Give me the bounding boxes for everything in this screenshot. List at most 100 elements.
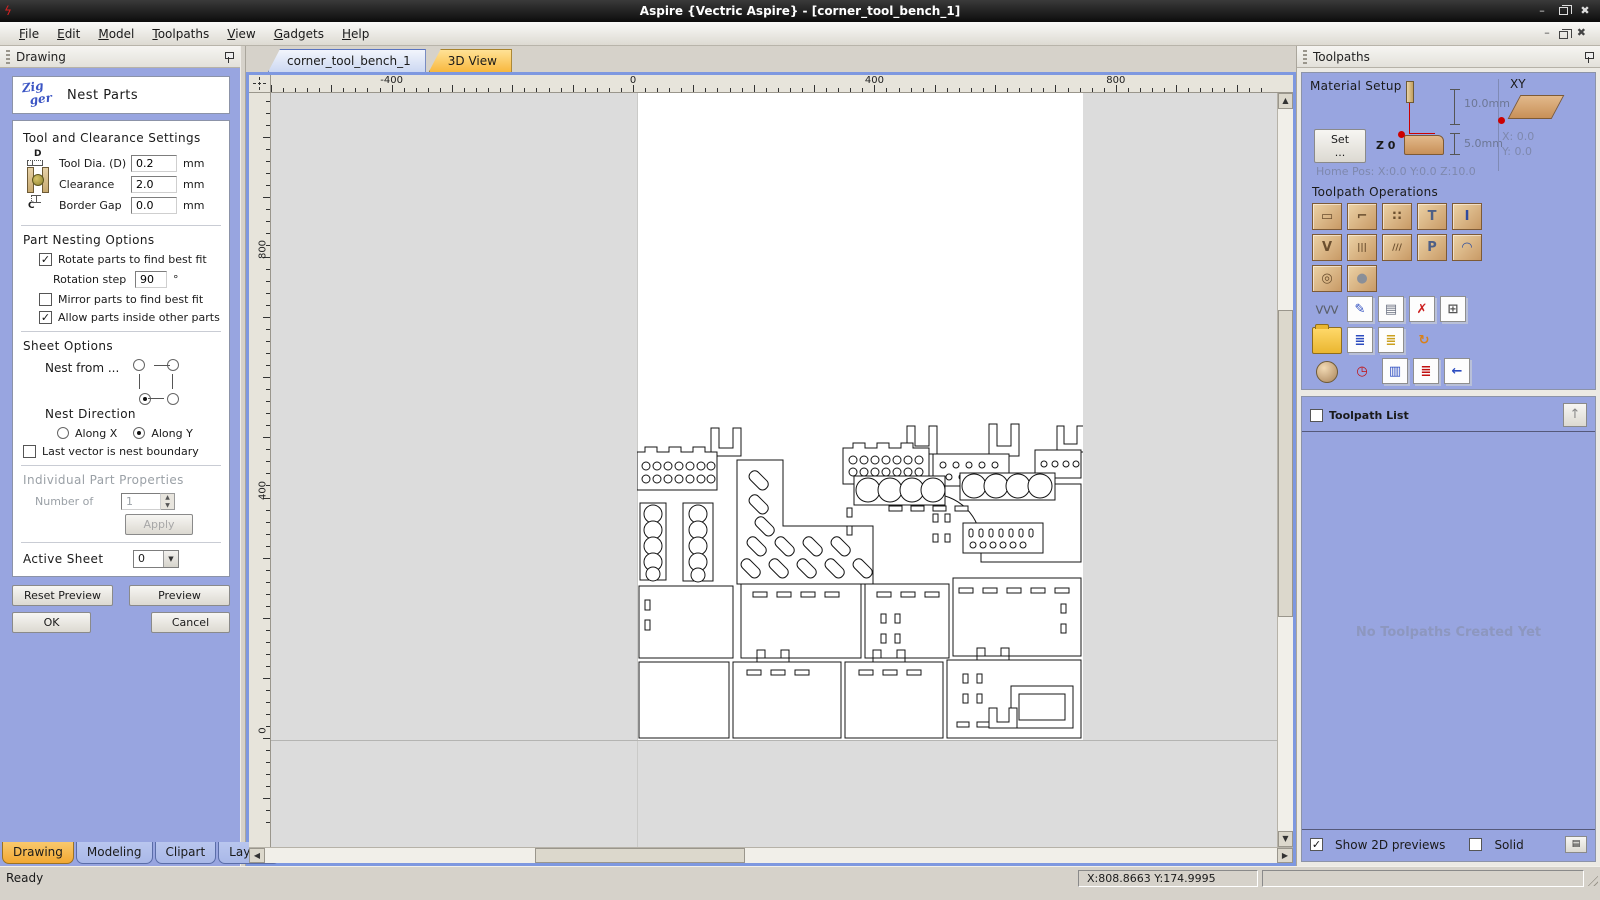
tab-modeling[interactable]: Modeling <box>75 842 153 864</box>
prism-carve-toolpath-icon[interactable]: P <box>1417 234 1447 261</box>
texture-toolpath-icon[interactable]: /// <box>1382 234 1412 261</box>
material-block-icon <box>1404 135 1444 155</box>
scroll-right-icon[interactable]: ▶ <box>1277 848 1293 863</box>
restore-icon[interactable] <box>1559 5 1572 15</box>
border-gap-label: Border Gap <box>59 199 122 212</box>
preview-button[interactable]: Preview <box>129 585 230 606</box>
load-toolpath-template-icon[interactable] <box>1312 324 1342 354</box>
ruler-corner <box>249 75 271 93</box>
border-gap-input[interactable] <box>131 197 177 214</box>
tool-database-icon[interactable]: ⋁⋁⋁ <box>1312 296 1342 323</box>
cancel-button[interactable]: Cancel <box>151 612 230 633</box>
nested-parts-drawing[interactable] <box>637 422 1083 740</box>
resize-grip[interactable] <box>1585 873 1598 886</box>
doc-tab-corner_tool_bench_1[interactable]: corner_tool_bench_1 <box>268 49 426 72</box>
switch-panel-side-icon[interactable]: ← <box>1444 358 1470 384</box>
quick-engrave-toolpath-icon[interactable]: T <box>1417 203 1447 230</box>
scroll-down-icon[interactable]: ▼ <box>1278 831 1293 847</box>
simulation-quality-icon[interactable]: ▥ <box>1382 358 1408 384</box>
inlay-toolpath-icon[interactable]: I <box>1452 203 1482 230</box>
number-of-stepper[interactable]: ▲ ▼ <box>161 493 175 510</box>
preview-options-icon[interactable]: ▤ <box>1565 836 1587 853</box>
along-y-radio[interactable] <box>133 427 146 439</box>
child-close-icon[interactable]: ✖ <box>1577 25 1586 41</box>
pin-icon[interactable] <box>224 51 234 63</box>
menu-help[interactable]: Help <box>333 24 378 44</box>
vertical-ruler: 0 400 800 <box>249 93 271 847</box>
nest-from-bottom-right-radio[interactable] <box>167 393 180 405</box>
fluting-toolpath-icon[interactable]: ||| <box>1347 234 1377 261</box>
datum-x-value: X: 0.0 <box>1502 130 1535 143</box>
menu-file[interactable]: File <box>10 24 48 44</box>
last-vector-checkbox[interactable] <box>23 445 36 458</box>
preview-toolpaths-icon[interactable] <box>1312 358 1342 385</box>
drilling-toolpath-icon[interactable]: ∷ <box>1382 203 1412 230</box>
recalculate-toolpaths-icon[interactable]: ↻ <box>1409 327 1439 354</box>
finish-machining-toolpath-icon[interactable]: ● <box>1347 265 1377 292</box>
pocket-toolpath-icon[interactable]: ⌐ <box>1347 203 1377 230</box>
number-of-input[interactable] <box>121 493 161 510</box>
nest-from-top-left-radio[interactable] <box>133 359 146 371</box>
doc-tab-3d-view[interactable]: 3D View <box>428 49 512 72</box>
menu-toolpaths[interactable]: Toolpaths <box>143 24 218 44</box>
minimize-icon[interactable]: – <box>1535 1 1549 21</box>
apply-button[interactable]: Apply <box>125 514 193 535</box>
along-x-label: Along X <box>75 427 118 440</box>
show-2d-previews-checkbox[interactable]: ✓ <box>1310 838 1323 851</box>
rotate-parts-checkbox[interactable]: ✓ <box>39 253 52 266</box>
profile-toolpath-icon[interactable]: ▭ <box>1312 203 1342 230</box>
move-up-icon[interactable]: ↑ <box>1563 403 1587 427</box>
rotation-step-unit: ° <box>173 273 179 286</box>
vertical-scroll-thumb[interactable] <box>1278 310 1293 617</box>
panel-grip[interactable] <box>6 49 10 64</box>
rough-machining-toolpath-icon[interactable]: ◎ <box>1312 265 1342 292</box>
horizontal-scrollbar[interactable]: ◀ ▶ <box>249 847 1293 863</box>
rotation-step-input[interactable] <box>135 271 167 288</box>
menu-model[interactable]: Model <box>89 24 143 44</box>
along-x-radio[interactable] <box>57 427 69 439</box>
scroll-up-icon[interactable]: ▲ <box>1278 93 1293 109</box>
material-set-button[interactable]: Set ... <box>1314 129 1366 163</box>
horizontal-ruler: -400 0 400 800 <box>271 75 1277 93</box>
child-restore-icon[interactable] <box>1558 29 1572 39</box>
x-axis-line <box>271 740 1277 741</box>
tool-dia-unit: mm <box>183 157 205 170</box>
save-all-templates-icon[interactable]: ≣ <box>1378 327 1404 353</box>
scroll-left-icon[interactable]: ◀ <box>249 848 265 863</box>
vertical-scrollbar[interactable]: ▲ ▼ <box>1277 93 1293 847</box>
ok-button[interactable]: OK <box>12 612 91 633</box>
close-icon[interactable]: ✖ <box>1578 1 1592 21</box>
tab-drawing[interactable]: Drawing <box>2 842 74 864</box>
delete-toolpath-icon[interactable]: ✗ <box>1409 296 1435 322</box>
menu-gadgets[interactable]: Gadgets <box>265 24 333 44</box>
pin-icon[interactable] <box>1584 51 1594 63</box>
toolpath-list-checkbox[interactable] <box>1310 408 1323 422</box>
nest-from-bottom-left-radio[interactable] <box>139 393 152 405</box>
merge-toolpaths-icon[interactable]: ▤ <box>1378 296 1404 322</box>
vcarve-toolpath-icon[interactable]: V <box>1312 234 1342 261</box>
mirror-parts-checkbox[interactable] <box>39 293 52 306</box>
active-sheet-dropdown[interactable]: 0 ▼ <box>133 550 179 568</box>
drawing-viewport[interactable] <box>271 93 1277 847</box>
child-minimize-icon[interactable]: – <box>1544 25 1550 41</box>
horizontal-scroll-thumb[interactable] <box>535 848 745 863</box>
moulding-toolpath-icon[interactable]: ◠ <box>1452 234 1482 261</box>
save-toolpath-template-icon[interactable]: ≣ <box>1347 327 1373 353</box>
tab-clipart[interactable]: Clipart <box>154 842 217 864</box>
machining-time-icon[interactable]: ◷ <box>1347 358 1377 385</box>
clearance-input[interactable] <box>131 176 177 193</box>
menu-view[interactable]: View <box>218 24 264 44</box>
save-toolpaths-icon[interactable]: ≣ <box>1413 358 1439 384</box>
edit-toolpath-icon[interactable]: ✎ <box>1347 296 1373 322</box>
panel-grip[interactable] <box>1303 49 1307 64</box>
rotate-parts-label: Rotate parts to find best fit <box>58 253 207 266</box>
toolpath-list-empty-text: No Toolpaths Created Yet <box>1355 625 1542 640</box>
allow-inside-checkbox[interactable]: ✓ <box>39 311 52 324</box>
menu-edit[interactable]: Edit <box>48 24 89 44</box>
reset-preview-button[interactable]: Reset Preview <box>12 585 113 606</box>
tool-dia-input[interactable] <box>131 155 177 172</box>
estimate-machining-times-icon[interactable]: ⊞ <box>1440 296 1466 322</box>
solid-checkbox[interactable] <box>1469 838 1483 851</box>
nest-parts-form: Tool and Clearance Settings D C Tool Dia… <box>12 120 230 577</box>
drawing-panel-header: Drawing <box>0 46 240 68</box>
